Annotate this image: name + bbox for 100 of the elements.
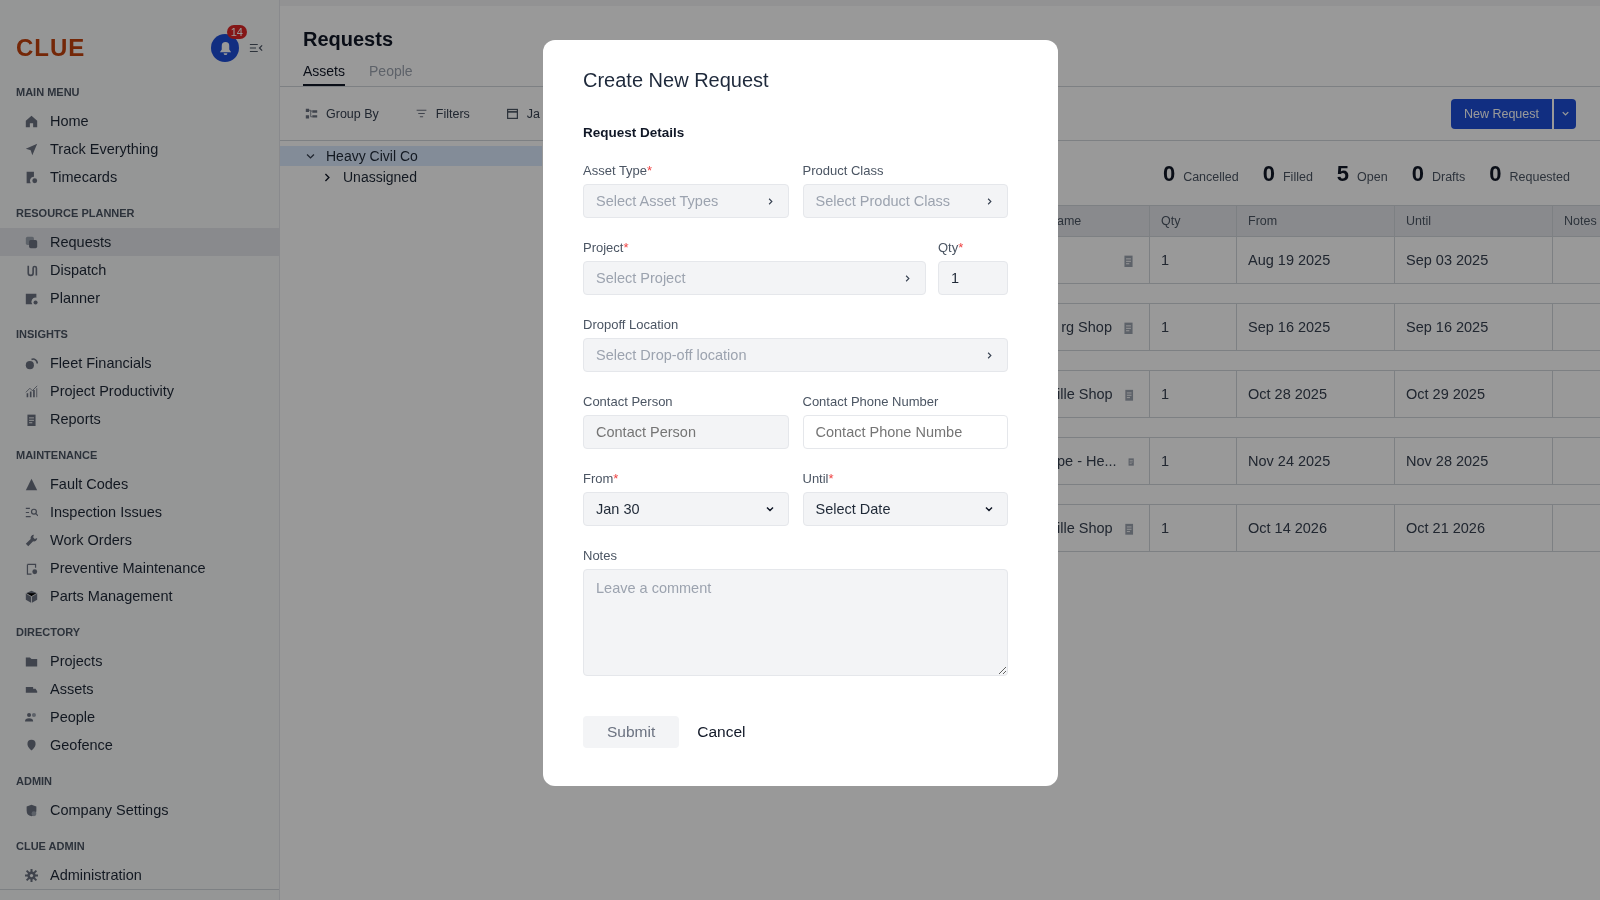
nav-item[interactable]: Track Everything — [0, 135, 279, 163]
toolbar-button[interactable]: Group By — [305, 106, 379, 121]
dropdown-button[interactable] — [1554, 98, 1576, 129]
folder-icon — [25, 654, 38, 668]
nav-item[interactable]: Work Orders — [0, 526, 279, 554]
clipboard-icon — [1122, 253, 1135, 267]
field-label: Until — [802, 471, 829, 486]
table-cell: 1 — [1161, 319, 1170, 335]
modal-title: Create New Request — [583, 69, 770, 92]
stat-count: 0 — [1262, 161, 1275, 187]
table-cell: ille Shop — [1057, 386, 1113, 402]
nav-item[interactable]: Reports — [0, 405, 279, 433]
field-label: Product Class — [802, 163, 884, 178]
input-field[interactable]: Contact Person — [583, 415, 789, 449]
clipboard-icon — [25, 412, 38, 426]
date-select[interactable]: Jan 30 — [583, 492, 789, 526]
nav-item[interactable]: Company Settings — [0, 796, 279, 824]
required-mark: * — [613, 471, 619, 486]
nav-item[interactable]: Dispatch — [0, 256, 279, 284]
stat-label: Drafts — [1431, 170, 1466, 184]
field-label: Dropoff Location — [583, 317, 679, 332]
new-request-button[interactable]: New Request — [1450, 98, 1552, 129]
table-cell: Oct 29 2025 — [1406, 386, 1485, 402]
table-cell: 1 — [1161, 520, 1170, 536]
column-header[interactable]: Qty — [1149, 206, 1236, 236]
nav-item[interactable]: Administration — [0, 861, 279, 889]
section-heading: ADMIN — [15, 775, 54, 787]
section-heading: MAINTENANCE — [15, 449, 99, 461]
nav-item[interactable]: Timecards — [0, 163, 279, 191]
stat-count: 5 — [1336, 161, 1350, 187]
nav-item[interactable]: Project Productivity — [0, 377, 279, 405]
nav-item[interactable]: Planner — [0, 284, 279, 312]
required-mark: * — [647, 163, 653, 178]
group-by-icon — [305, 107, 318, 120]
stat-label: Cancelled — [1183, 170, 1239, 184]
nav-item[interactable]: Parts Management — [0, 582, 279, 610]
table-cell: Sep 16 2025 — [1406, 319, 1489, 335]
nav-item[interactable]: People — [0, 703, 279, 731]
required-mark: * — [828, 471, 834, 486]
home-icon — [25, 114, 38, 128]
column-header[interactable]: Notes — [1552, 206, 1599, 236]
input-field[interactable]: Contact Phone Numbe — [802, 415, 1008, 449]
table-cell: 1 — [1161, 453, 1170, 469]
bar-chart-icon — [25, 384, 38, 398]
notification-button[interactable] — [211, 34, 239, 62]
nav-item[interactable]: Requests — [0, 228, 279, 256]
document-clock-icon — [25, 170, 38, 184]
navigation-arrow-icon — [25, 142, 38, 156]
cube-icon — [25, 589, 38, 603]
clipboard-icon — [1122, 387, 1135, 401]
stat-label: Open — [1357, 170, 1388, 184]
field-label: Qty — [938, 240, 959, 255]
table-cell: Oct 28 2025 — [1248, 386, 1327, 402]
column-header[interactable]: From — [1236, 206, 1394, 236]
clipboard-icon — [1122, 320, 1135, 334]
table-cell: 1 — [1161, 252, 1170, 268]
notes-field[interactable]: Leave a comment — [583, 569, 1008, 676]
settings-icon — [25, 868, 38, 882]
list-search-icon — [25, 505, 38, 519]
table-cell: rg Shop — [1061, 319, 1112, 335]
nav-item[interactable]: Fleet Financials — [0, 349, 279, 377]
warning-triangle-icon — [25, 477, 38, 491]
toolbar-button[interactable]: Ja — [505, 106, 541, 121]
nav-item[interactable]: Assets — [0, 675, 279, 703]
table-cell: Oct 21 2026 — [1406, 520, 1485, 536]
section-heading: MAIN MENU — [15, 86, 81, 98]
toolbar-button[interactable]: Filters — [414, 106, 470, 121]
nav-item[interactable]: Projects — [0, 647, 279, 675]
bell-icon — [217, 40, 233, 56]
column-header[interactable]: ame — [1057, 206, 1149, 236]
nav-item[interactable]: Inspection Issues — [0, 498, 279, 526]
tree-item[interactable]: Unassigned — [343, 169, 417, 185]
nav-item[interactable]: Home — [0, 107, 279, 135]
clipboard-icon — [1122, 521, 1135, 535]
table-cell: Nov 24 2025 — [1248, 453, 1331, 469]
chevron-right-icon[interactable] — [322, 171, 333, 183]
collapse-menu-icon[interactable] — [249, 41, 263, 55]
section-heading: INSIGHTS — [15, 328, 69, 340]
field-label: Contact Phone Number — [802, 394, 939, 409]
table-cell: Sep 03 2025 — [1406, 252, 1489, 268]
nav-item[interactable]: Geofence — [0, 731, 279, 759]
date-select[interactable]: Select Date — [802, 492, 1008, 526]
table-cell: Oct 14 2026 — [1248, 520, 1327, 536]
notification-badge: 14 — [226, 25, 247, 39]
stacked-pages-icon — [25, 235, 38, 249]
field-label: Contact Person — [583, 394, 673, 409]
app-logo[interactable]: CLUE — [16, 34, 86, 62]
field-label: Asset Type — [583, 163, 648, 178]
table-cell: 1 — [1161, 386, 1170, 402]
nav-item[interactable]: Fault Codes — [0, 470, 279, 498]
required-mark: * — [623, 240, 629, 255]
cancel-button[interactable]: Cancel — [697, 716, 746, 748]
input-field[interactable]: 1 — [938, 261, 1008, 295]
column-header[interactable]: Until — [1394, 206, 1552, 236]
section-heading: Request Details — [583, 125, 686, 140]
location-pin-icon — [25, 738, 38, 752]
section-heading: RESOURCE PLANNER — [15, 207, 136, 219]
nav-item[interactable]: Preventive Maintenance — [0, 554, 279, 582]
tab[interactable]: Assets — [303, 63, 345, 86]
stat-label: Requested — [1509, 170, 1570, 184]
